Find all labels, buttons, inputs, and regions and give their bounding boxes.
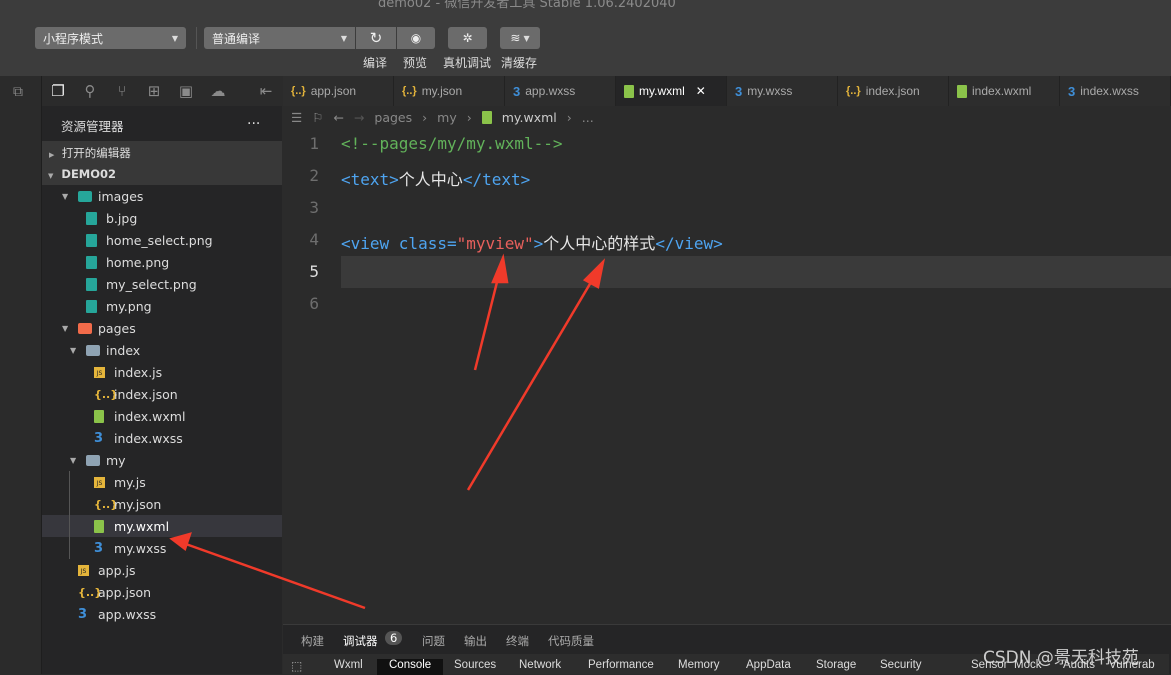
panel-tab[interactable]: 调试器 — [343, 633, 378, 656]
devtools-tab-performance[interactable]: Performance — [588, 659, 654, 675]
devtools-tab-appdata[interactable]: AppData — [746, 659, 791, 675]
watermark: CSDN @景天科技苑 — [983, 648, 1139, 668]
arrow-head — [582, 258, 606, 289]
devtools-tab-sources[interactable]: Sources — [454, 659, 496, 675]
arrow-head — [491, 253, 509, 284]
devtools-tab-security[interactable]: Security — [880, 659, 922, 675]
arrow-head — [169, 532, 192, 552]
panel-tab[interactable]: 终端 — [506, 633, 529, 649]
count-badge: 6 — [385, 631, 403, 645]
panel-tab[interactable]: 构建 — [301, 633, 324, 649]
panel-tab[interactable]: 问题 — [422, 633, 445, 649]
annotation-arrows — [169, 253, 606, 610]
inspect-icon[interactable]: ⬚ — [291, 659, 302, 673]
devtools-tab-storage[interactable]: Storage — [816, 659, 856, 675]
arrow-line — [182, 541, 366, 610]
bottom-panel: 构建 调试器 问题 输出 终端 代码质量 6 ⬚ Wxml Console Sources Net… — [283, 624, 1171, 675]
arrow-line — [466, 271, 599, 491]
devtools-tab-network[interactable]: Network — [519, 659, 561, 675]
devtools-tab-console[interactable]: Console — [377, 659, 444, 675]
arrow-line — [473, 269, 502, 371]
devtools-tab-memory[interactable]: Memory — [678, 659, 720, 675]
panel-tab[interactable]: 代码质量 — [548, 633, 594, 649]
devtools-tab-wxml[interactable]: Wxml — [334, 659, 363, 675]
panel-tab[interactable]: 输出 — [464, 633, 487, 649]
